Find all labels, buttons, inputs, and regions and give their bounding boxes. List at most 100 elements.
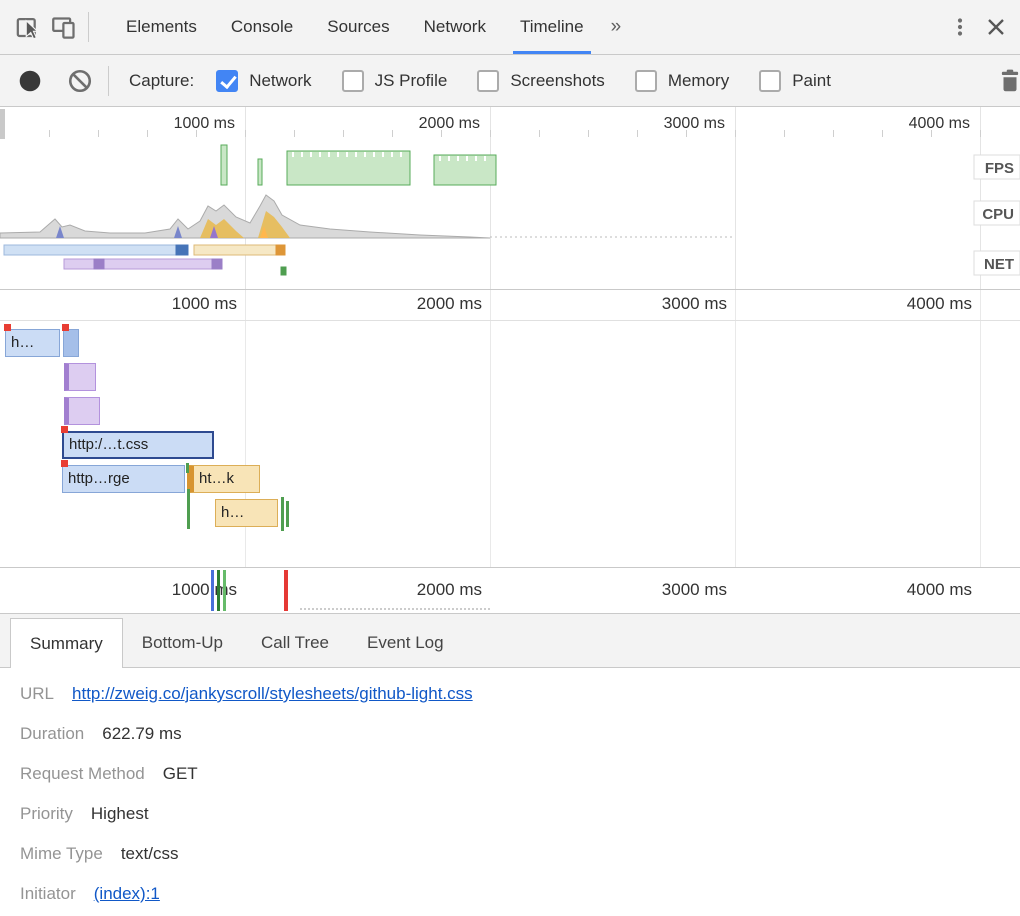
long-task-marker — [61, 426, 68, 433]
screenshot-track-placeholder — [300, 608, 490, 610]
device-toolbar-icon — [51, 14, 78, 41]
summary-field-label: Duration — [20, 724, 84, 744]
long-task-marker — [61, 460, 68, 467]
capture-option-paint[interactable]: Paint — [759, 70, 831, 92]
capture-option-js-profile[interactable]: JS Profile — [342, 70, 448, 92]
close-devtools-button[interactable] — [978, 9, 1014, 45]
clear-button[interactable] — [62, 63, 98, 99]
details-tab-event-log[interactable]: Event Log — [348, 618, 463, 667]
summary-field-link[interactable]: (index):1 — [94, 884, 160, 904]
overview-time-label: 4000 ms — [909, 115, 970, 132]
details-tab-call-tree[interactable]: Call Tree — [242, 618, 348, 667]
capture-option-network[interactable]: Network — [216, 70, 311, 92]
block-icon — [67, 68, 93, 94]
flame-chart[interactable]: 1000 ms2000 ms3000 ms4000 ms h…http:/…t.… — [0, 290, 1020, 568]
flame-ruler: 1000 ms2000 ms3000 ms4000 ms — [0, 290, 1020, 321]
toolbar-separator — [108, 66, 109, 96]
network-request-bar[interactable] — [63, 329, 79, 357]
paint-marker — [186, 463, 189, 473]
details-tab-summary[interactable]: Summary — [10, 618, 123, 668]
close-icon — [984, 15, 1008, 39]
summary-field-label: Initiator — [20, 884, 76, 904]
checkbox-label: Paint — [792, 71, 831, 91]
summary-row-url: URL http://zweig.co/jankyscroll/styleshee… — [20, 674, 1020, 714]
overview-time-label: 1000 ms — [174, 115, 235, 132]
timeline-event-marker — [223, 570, 226, 611]
checkbox-memory[interactable] — [635, 70, 657, 92]
overview-time-label: 3000 ms — [664, 115, 725, 132]
mini-ruler-markers — [0, 568, 1020, 613]
trash-icon — [997, 68, 1020, 94]
summary-field-label: Mime Type — [20, 844, 103, 864]
mini-timeline-ruler[interactable]: 1000 ms2000 ms3000 ms4000 ms — [0, 568, 1020, 614]
capture-option-memory[interactable]: Memory — [635, 70, 729, 92]
network-requests-track: h… http:/…t.css http…rgeht…k h… — [0, 321, 1020, 567]
checkbox-network[interactable] — [216, 70, 238, 92]
checkbox-label: Network — [249, 71, 311, 91]
capture-toolbar: Capture: Network JS Profile Screenshots Mem… — [0, 55, 1020, 107]
summary-field-value: 622.79 ms — [102, 724, 181, 744]
network-request-bar[interactable]: h… — [5, 329, 60, 357]
overview-row-label: CPU — [982, 206, 1014, 223]
timeline-overview[interactable]: 1000 ms 2000 ms 3000 ms 4000 ms FPS CPU NET — [0, 107, 1020, 290]
checkbox-screenshots[interactable] — [477, 70, 499, 92]
timeline-event-marker — [211, 570, 214, 611]
summary-rows: URL http://zweig.co/jankyscroll/styleshee… — [20, 674, 1020, 914]
network-request-bar[interactable]: http:/…t.css — [62, 431, 214, 459]
details-tab-bottom-up[interactable]: Bottom-Up — [123, 618, 242, 667]
panel-tab-network[interactable]: Network — [407, 0, 503, 54]
summary-row-priority: PriorityHighest — [20, 794, 1020, 834]
summary-row-duration: Duration 622.79 ms — [20, 714, 1020, 754]
network-request-bar[interactable]: http…rge — [62, 465, 185, 493]
network-request-bar[interactable] — [64, 397, 100, 425]
checkbox-paint[interactable] — [759, 70, 781, 92]
record-button[interactable] — [12, 63, 48, 99]
overview-row-label: FPS — [985, 160, 1014, 177]
panel-tab-sources[interactable]: Sources — [310, 0, 406, 54]
panel-tab-bar: ElementsConsoleSourcesNetworkTimeline — [109, 0, 601, 54]
summary-pane: URL http://zweig.co/jankyscroll/styleshee… — [0, 668, 1020, 914]
overview-row-label: NET — [984, 256, 1014, 273]
summary-row-request-method: Request Method GET — [20, 754, 1020, 794]
record-icon — [17, 68, 43, 94]
ruler-label: 1000 ms — [77, 294, 237, 314]
capture-options: Network JS Profile Screenshots Memory Paint — [216, 70, 861, 92]
paint-marker — [286, 501, 289, 527]
capture-label: Capture: — [129, 71, 194, 91]
network-request-bar[interactable]: h… — [215, 499, 278, 527]
device-toolbar-button[interactable] — [46, 9, 82, 45]
inspect-cursor-icon — [15, 14, 42, 41]
overview-time-label: 2000 ms — [419, 115, 480, 132]
network-request-bar[interactable]: ht…k — [187, 465, 260, 493]
ruler-label: 3000 ms — [567, 294, 727, 314]
long-task-marker — [4, 324, 11, 331]
summary-row-initiator: Initiator (index):1 — [20, 874, 1020, 914]
checkbox-label: JS Profile — [375, 71, 448, 91]
toolbar-separator — [88, 12, 89, 42]
summary-field-value: GET — [163, 764, 198, 784]
summary-field-link[interactable]: http://zweig.co/jankyscroll/stylesheets/… — [72, 684, 473, 704]
paint-marker — [281, 497, 284, 531]
inspect-element-button[interactable] — [10, 9, 46, 45]
checkbox-label: Screenshots — [510, 71, 605, 91]
ruler-label: 4000 ms — [812, 294, 972, 314]
long-task-marker — [62, 324, 69, 331]
kebab-menu-icon — [948, 15, 972, 39]
checkbox-js-profile[interactable] — [342, 70, 364, 92]
garbage-collect-button[interactable] — [992, 63, 1020, 99]
panel-tab-elements[interactable]: Elements — [109, 0, 214, 54]
checkbox-label: Memory — [668, 71, 729, 91]
network-request-bar[interactable] — [64, 363, 96, 391]
more-panels-button[interactable]: » — [601, 0, 632, 54]
summary-field-value: text/css — [121, 844, 179, 864]
summary-row-mime-type: Mime Type text/css — [20, 834, 1020, 874]
panel-tab-console[interactable]: Console — [214, 0, 310, 54]
summary-field-label: Request Method — [20, 764, 145, 784]
summary-field-label: URL — [20, 684, 54, 704]
paint-marker — [187, 489, 190, 529]
menu-button[interactable] — [942, 9, 978, 45]
summary-field-value: Highest — [91, 804, 149, 824]
capture-option-screenshots[interactable]: Screenshots — [477, 70, 605, 92]
details-tab-bar: SummaryBottom-UpCall TreeEvent Log — [0, 614, 1020, 668]
panel-tab-timeline[interactable]: Timeline — [503, 0, 601, 54]
